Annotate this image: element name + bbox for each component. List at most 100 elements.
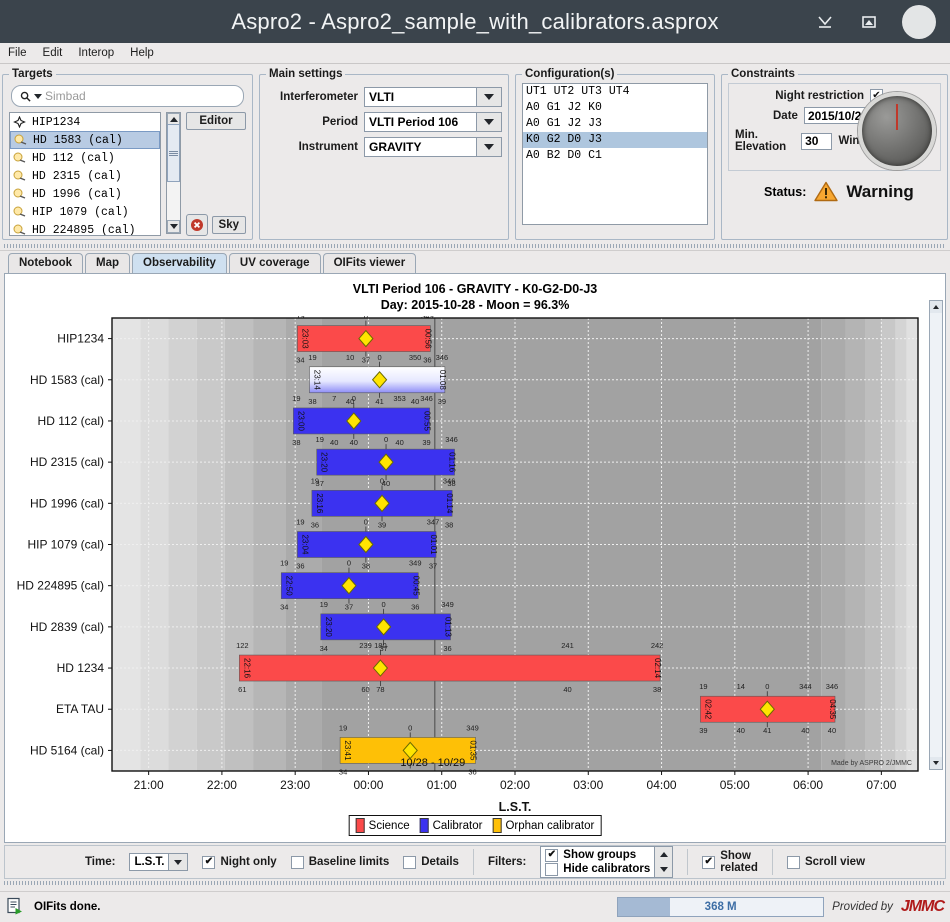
target-list[interactable]: HIP1234 HD 1583 (cal) HD 112 (cal) HD 23… bbox=[9, 112, 161, 236]
targets-legend: Targets bbox=[12, 68, 53, 80]
list-item[interactable]: HIP1234 bbox=[10, 113, 160, 131]
checkbox-box[interactable] bbox=[290, 855, 304, 869]
list-item[interactable]: HD 224895 (cal) bbox=[10, 221, 160, 236]
svg-text:HIP 1079 (cal): HIP 1079 (cal) bbox=[28, 538, 104, 552]
svg-text:07:00: 07:00 bbox=[866, 778, 896, 792]
checkbox-box[interactable] bbox=[786, 855, 800, 869]
instrument-select[interactable]: GRAVITY bbox=[364, 137, 502, 157]
scroll-up-button[interactable] bbox=[655, 847, 672, 862]
scroll-up-button[interactable] bbox=[930, 301, 942, 313]
instrument-row: Instrument GRAVITY bbox=[266, 137, 502, 157]
list-item[interactable]: HD 2315 (cal) bbox=[10, 167, 160, 185]
delete-circle-icon[interactable] bbox=[186, 214, 208, 236]
time-select[interactable]: L.S.T. bbox=[129, 853, 189, 871]
sky-button[interactable]: Sky bbox=[211, 216, 246, 234]
menu-item-edit[interactable]: Edit bbox=[43, 47, 63, 59]
search-input[interactable]: Simbad bbox=[11, 85, 244, 107]
svg-text:349: 349 bbox=[441, 600, 454, 609]
legend-item-orphan-calibrator: Orphan calibrator bbox=[492, 818, 594, 833]
details-checkbox[interactable]: Details bbox=[403, 855, 459, 869]
list-item-label: HD 224895 (cal) bbox=[32, 223, 136, 236]
svg-text:39: 39 bbox=[422, 438, 430, 447]
svg-text:349: 349 bbox=[466, 723, 479, 732]
tab-observability[interactable]: Observability bbox=[132, 253, 227, 273]
svg-text:0: 0 bbox=[364, 518, 368, 527]
scroll-down-button[interactable] bbox=[167, 220, 180, 233]
svg-text:37: 37 bbox=[429, 562, 437, 571]
editor-button[interactable]: Editor bbox=[186, 112, 246, 130]
chart-vertical-scrollbar[interactable] bbox=[929, 300, 943, 770]
min-elevation-field[interactable]: 30 bbox=[801, 132, 833, 150]
svg-text:L.S.T.: L.S.T. bbox=[499, 800, 532, 814]
checkbox-box[interactable] bbox=[403, 855, 417, 869]
checkbox-box[interactable]: ✔ bbox=[702, 855, 716, 869]
scroll-down-button[interactable] bbox=[655, 862, 672, 877]
search-dropdown-icon[interactable] bbox=[34, 93, 42, 99]
scroll-view-checkbox[interactable]: Scroll view bbox=[786, 855, 865, 869]
filters-list[interactable]: ✔ Show groups Hide calibrators bbox=[540, 846, 674, 878]
chevron-down-icon[interactable] bbox=[168, 854, 188, 870]
legend-swatch bbox=[492, 818, 502, 833]
baseline-limits-checkbox[interactable]: Baseline limits bbox=[290, 855, 389, 869]
constraints-box: Night restriction ✔ Date 2015/10/28 Min.… bbox=[728, 83, 941, 171]
filters-scrollbar[interactable] bbox=[654, 847, 673, 877]
magnifier-icon bbox=[20, 91, 31, 102]
tab-notebook[interactable]: Notebook bbox=[8, 253, 84, 273]
svg-text:34: 34 bbox=[280, 603, 288, 612]
list-item[interactable]: K0 G2 D0 J3 bbox=[523, 132, 707, 148]
tab-uv-coverage[interactable]: UV coverage bbox=[228, 253, 321, 273]
list-item[interactable]: A0 G1 J2 K0 bbox=[523, 100, 707, 116]
status-message: OIFits done. bbox=[34, 901, 101, 913]
svg-text:04:35: 04:35 bbox=[828, 699, 837, 720]
show-groups-checkbox[interactable]: ✔ Show groups bbox=[545, 848, 650, 862]
svg-text:01:14: 01:14 bbox=[445, 493, 454, 514]
svg-text:38: 38 bbox=[292, 438, 300, 447]
menu-item-help[interactable]: Help bbox=[130, 47, 154, 59]
configuration-list[interactable]: UT1 UT2 UT3 UT4 A0 G1 J2 K0 A0 G1 J2 J3 … bbox=[522, 83, 708, 225]
chevron-down-icon[interactable] bbox=[476, 113, 501, 131]
svg-text:40: 40 bbox=[395, 438, 403, 447]
svg-text:34: 34 bbox=[339, 767, 347, 776]
checkbox-box[interactable]: ✔ bbox=[202, 855, 216, 869]
list-item[interactable]: A0 B2 D0 C1 bbox=[523, 148, 707, 164]
maximize-icon[interactable] bbox=[858, 11, 880, 33]
svg-text:0: 0 bbox=[380, 476, 384, 485]
svg-text:38: 38 bbox=[653, 685, 661, 694]
date-label: Date bbox=[773, 109, 798, 122]
tab-oifits-viewer[interactable]: OIFits viewer bbox=[322, 253, 417, 273]
svg-text:122: 122 bbox=[236, 641, 249, 650]
memory-bar[interactable]: 368 M bbox=[617, 897, 825, 917]
scroll-down-button[interactable] bbox=[930, 757, 942, 769]
show-related-checkbox[interactable]: ✔ Show related bbox=[702, 850, 758, 874]
list-item[interactable]: A0 G1 J2 J3 bbox=[523, 116, 707, 132]
list-item[interactable]: HD 1996 (cal) bbox=[10, 185, 160, 203]
target-list-scrollbar[interactable] bbox=[166, 112, 181, 234]
hide-calibrators-checkbox[interactable]: Hide calibrators bbox=[545, 862, 651, 876]
list-item[interactable]: UT1 UT2 UT3 UT4 bbox=[523, 84, 707, 100]
interferometer-select[interactable]: VLTI bbox=[364, 87, 502, 107]
minimize-icon[interactable] bbox=[814, 11, 836, 33]
checkbox-box[interactable]: ✔ bbox=[545, 848, 559, 862]
checkbox-box[interactable] bbox=[545, 862, 559, 876]
tab-map[interactable]: Map bbox=[85, 253, 131, 273]
list-item[interactable]: HIP 1079 (cal) bbox=[10, 203, 160, 221]
scrollbar-thumb[interactable] bbox=[167, 124, 180, 182]
night-only-checkbox[interactable]: ✔ Night only bbox=[202, 855, 277, 869]
period-select[interactable]: VLTI Period 106 bbox=[364, 112, 502, 132]
menu-item-file[interactable]: File bbox=[8, 47, 27, 59]
svg-text:36: 36 bbox=[411, 603, 419, 612]
svg-text:40: 40 bbox=[828, 726, 836, 735]
menu-item-interop[interactable]: Interop bbox=[78, 47, 114, 59]
svg-text:36: 36 bbox=[311, 520, 319, 529]
svg-text:41: 41 bbox=[763, 726, 771, 735]
legend-item-calibrator: Calibrator bbox=[419, 818, 482, 833]
list-item[interactable]: HD 112 (cal) bbox=[10, 149, 160, 167]
svg-text:38: 38 bbox=[308, 397, 316, 406]
svg-text:04:00: 04:00 bbox=[647, 778, 677, 792]
svg-text:HIP1234: HIP1234 bbox=[57, 332, 104, 346]
window-menu-icon[interactable] bbox=[902, 4, 936, 39]
chevron-down-icon[interactable] bbox=[476, 88, 501, 106]
hide-calibrators-label: Hide calibrators bbox=[563, 863, 651, 875]
list-item[interactable]: HD 1583 (cal) bbox=[10, 131, 160, 149]
chevron-down-icon[interactable] bbox=[476, 138, 501, 156]
